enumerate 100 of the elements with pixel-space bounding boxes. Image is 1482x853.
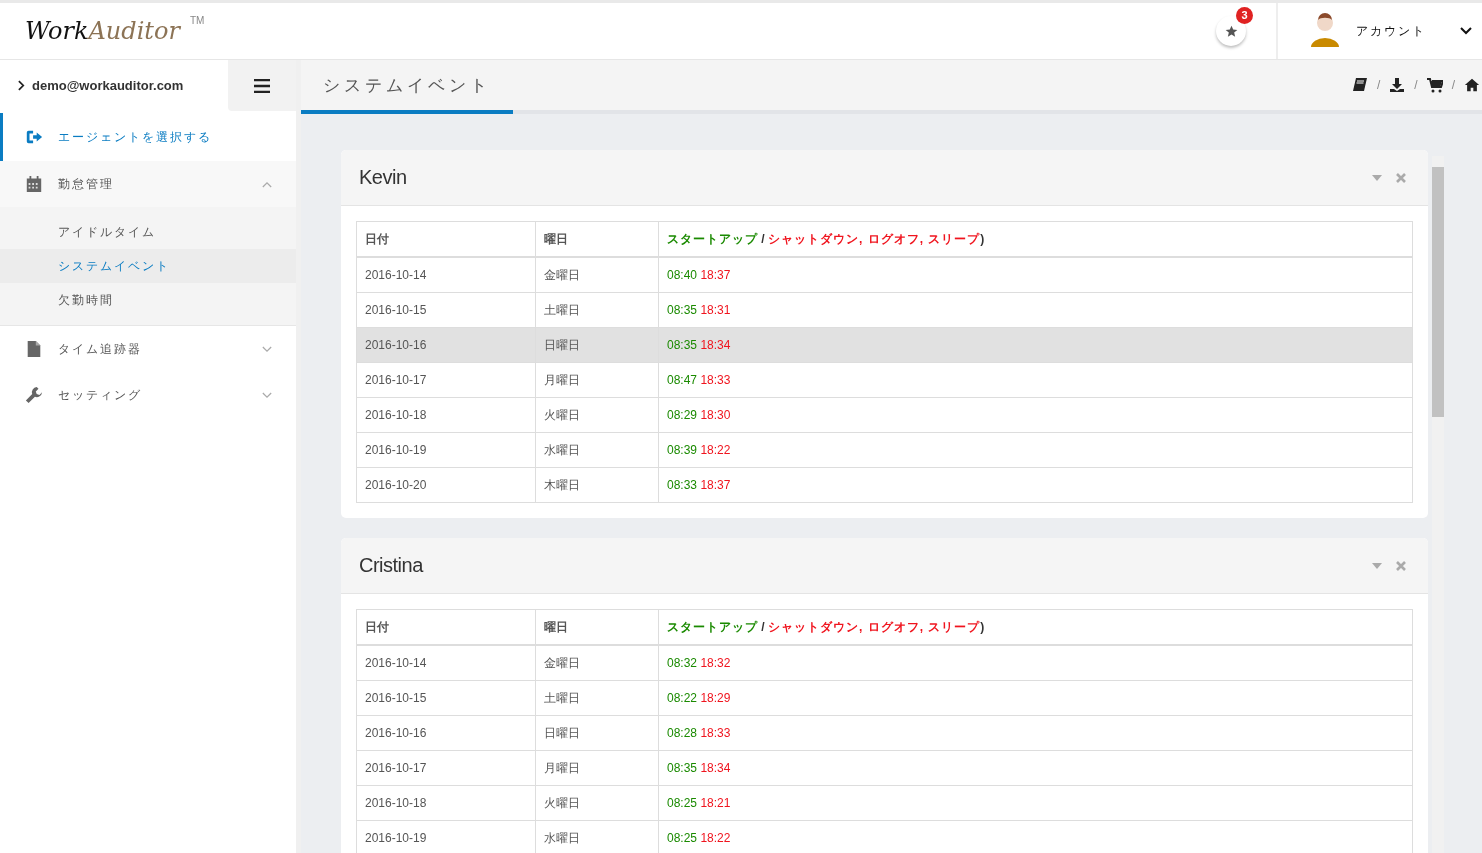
table-cell: 土曜日 [535, 292, 659, 328]
startup-time: 08:39 [667, 443, 698, 457]
page-title: システムイベント [301, 60, 513, 114]
table-row[interactable]: 2016-10-16 日曜日 08:35 18:34 [356, 327, 1413, 363]
shutdown-time: 18:31 [700, 303, 731, 317]
home-icon [1464, 77, 1480, 93]
chevron-up-icon [262, 180, 272, 188]
column-header: スタートアップ / シャットダウン, ログオフ, スリープ) [658, 609, 1413, 645]
panel-title: Kevin [359, 166, 407, 189]
table-cell: 2016-10-15 [356, 680, 536, 716]
sidebar-item[interactable]: 勤怠管理 [0, 161, 296, 207]
cart-icon [1426, 77, 1443, 93]
column-header: 日付 [356, 221, 536, 257]
calendar-icon [25, 175, 43, 193]
startup-time: 08:33 [667, 478, 698, 492]
submenu-item[interactable]: 欠勤時間 [0, 283, 296, 317]
breadcrumb-link[interactable] [1389, 77, 1406, 93]
shutdown-time: 18:30 [700, 408, 731, 422]
table-cell: 2016-10-16 [356, 715, 536, 751]
table-cell: 2016-10-17 [356, 362, 536, 398]
chevron-down-icon [262, 345, 272, 353]
book-icon [1351, 77, 1368, 93]
column-header: 日付 [356, 609, 536, 645]
star-icon [1224, 24, 1238, 38]
shutdown-time: 18:37 [700, 268, 731, 282]
wrench-icon [25, 386, 43, 404]
table-cell: 2016-10-19 [356, 820, 536, 853]
table-cell: 水曜日 [535, 432, 659, 468]
startup-time: 08:40 [667, 268, 698, 282]
shutdown-time: 18:33 [700, 373, 731, 387]
breadcrumb-link[interactable] [1464, 77, 1480, 93]
table-cell: 2016-10-14 [356, 257, 536, 293]
startup-time: 08:25 [667, 831, 698, 845]
shutdown-time: 18:37 [700, 478, 731, 492]
table-cell: 土曜日 [535, 680, 659, 716]
table-cell: 2016-10-18 [356, 785, 536, 821]
collapse-icon [1372, 174, 1382, 181]
table-cell: 2016-10-14 [356, 645, 536, 681]
notification-badge: 3 [1236, 7, 1253, 24]
sidebar-item[interactable]: タイム追跡器 [0, 326, 296, 372]
table-cell: 2016-10-15 [356, 292, 536, 328]
table-cell: 2016-10-17 [356, 750, 536, 786]
table-cell: 金曜日 [535, 645, 659, 681]
chevron-down-icon [262, 391, 272, 399]
shutdown-time: 18:29 [700, 691, 731, 705]
user-email: demo@workauditor.com [32, 78, 184, 93]
shutdown-time: 18:22 [700, 831, 731, 845]
collapse-icon [1372, 562, 1382, 569]
separator: / [1376, 78, 1381, 92]
table-cell: 金曜日 [535, 257, 659, 293]
table-cell: 2016-10-19 [356, 432, 536, 468]
shutdown-time: 18:22 [700, 443, 731, 457]
close-icon [1396, 560, 1406, 571]
startup-time: 08:35 [667, 303, 698, 317]
table-cell: 2016-10-20 [356, 467, 536, 503]
startup-time: 08:28 [667, 726, 698, 740]
menu-button[interactable] [228, 60, 296, 111]
download-icon [1389, 77, 1406, 93]
logo[interactable]: WorkAuditor $^{TM}$ [25, 17, 205, 45]
separator: / [1414, 78, 1418, 92]
shutdown-time: 18:32 [700, 656, 731, 670]
table-cell: 2016-10-16 [356, 327, 536, 363]
startup-time: 08:32 [667, 656, 698, 670]
table-cell: 日曜日 [535, 715, 659, 751]
shutdown-time: 18:34 [700, 338, 731, 352]
shutdown-time: 18:21 [700, 796, 731, 810]
close-icon [1396, 172, 1406, 183]
sidebar-item[interactable]: セッティング [0, 372, 296, 418]
table-cell: 月曜日 [535, 362, 659, 398]
user-link[interactable]: demo@workauditor.com [0, 60, 228, 111]
table-cell: 月曜日 [535, 750, 659, 786]
column-header: スタートアップ / シャットダウン, ログオフ, スリープ) [658, 221, 1413, 257]
shutdown-time: 18:34 [700, 761, 731, 775]
exit-icon [25, 128, 43, 146]
avatar-icon [1310, 13, 1340, 49]
chevron-right-icon [18, 80, 25, 91]
table-cell: 火曜日 [535, 785, 659, 821]
table-cell: 日曜日 [535, 327, 659, 363]
submenu-item[interactable]: システムイベント [0, 249, 296, 283]
chevron-down-icon [1460, 27, 1472, 35]
menu-icon [254, 78, 270, 93]
startup-time: 08:22 [667, 691, 698, 705]
shutdown-time: 18:33 [700, 726, 731, 740]
scrollbar[interactable] [1432, 156, 1444, 853]
startup-time: 08:35 [667, 338, 698, 352]
startup-time: 08:29 [667, 408, 698, 422]
panel-title: Cristina [359, 554, 423, 577]
file-icon [25, 340, 43, 358]
separator: / [1451, 78, 1455, 92]
table-cell: 火曜日 [535, 397, 659, 433]
table-cell: 木曜日 [535, 467, 659, 503]
column-header: 曜日 [535, 609, 659, 645]
startup-time: 08:25 [667, 796, 698, 810]
startup-time: 08:47 [667, 373, 698, 387]
breadcrumb-link[interactable] [1351, 77, 1368, 93]
startup-time: 08:35 [667, 761, 698, 775]
breadcrumb-link[interactable] [1426, 77, 1443, 93]
column-header: 曜日 [535, 221, 659, 257]
table-cell: 2016-10-18 [356, 397, 536, 433]
submenu-item[interactable]: アイドルタイム [0, 215, 296, 249]
